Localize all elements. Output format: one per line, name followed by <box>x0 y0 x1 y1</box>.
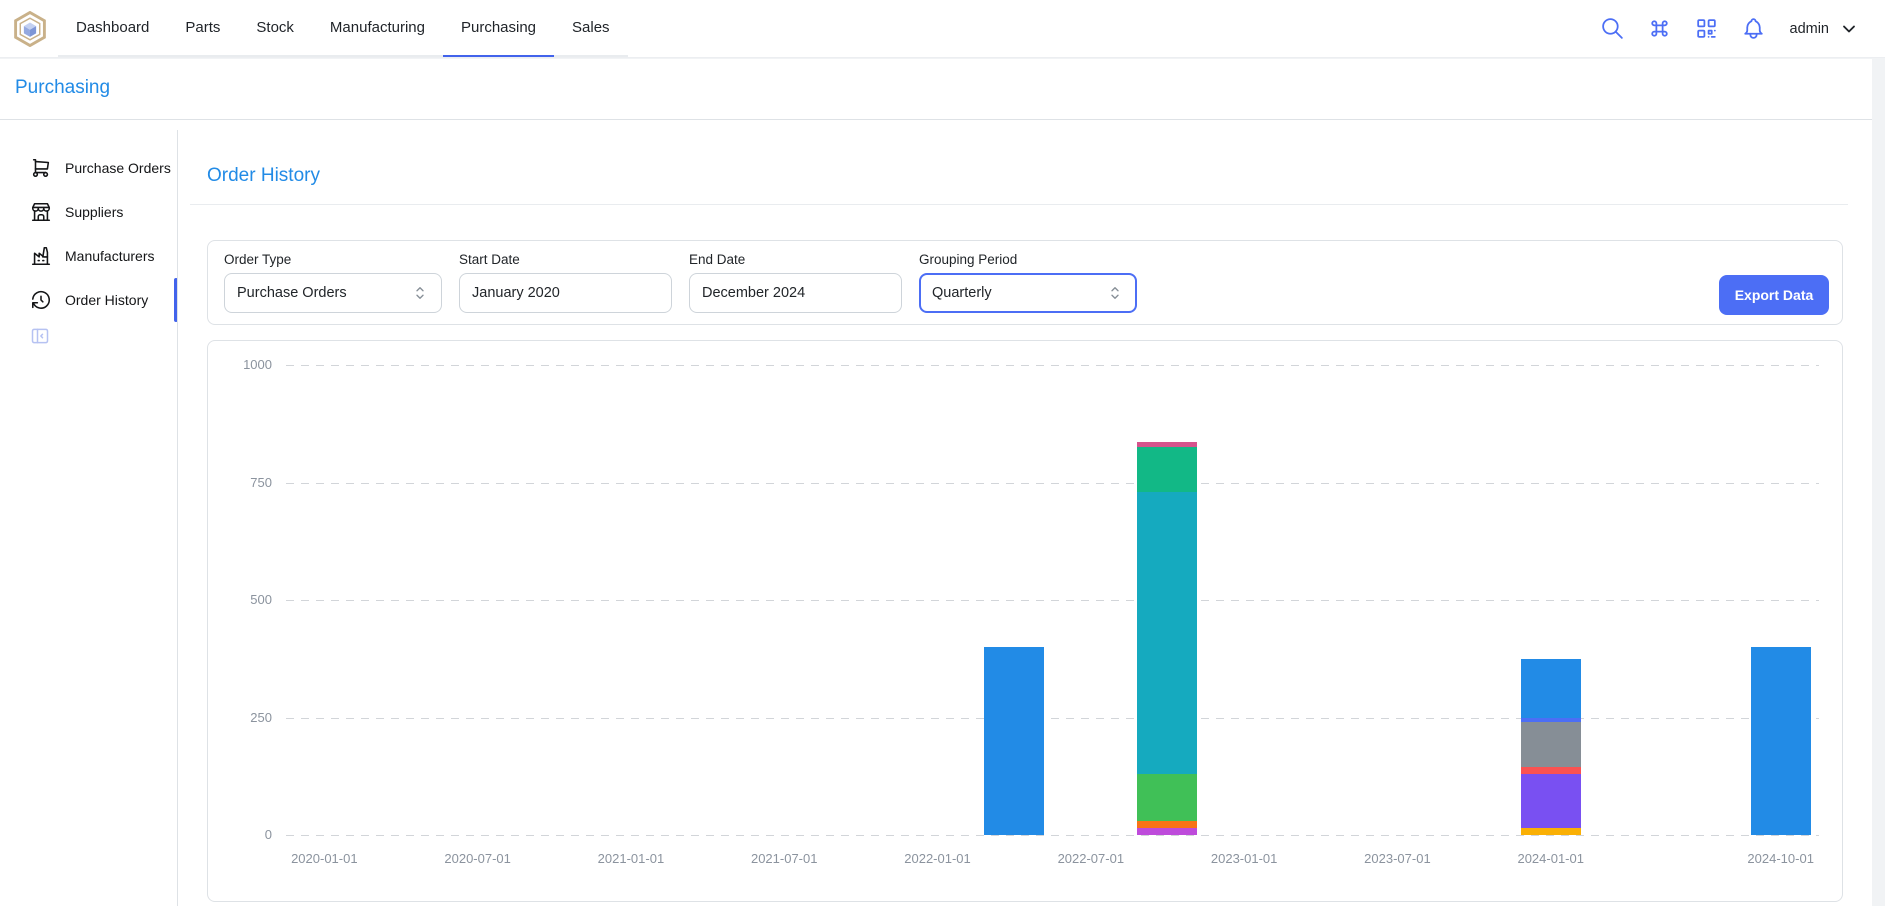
tab-sales[interactable]: Sales <box>554 0 628 57</box>
y-axis-label-500: 500 <box>208 592 272 607</box>
start-date-input[interactable] <box>459 273 672 313</box>
bar-segment <box>1521 767 1581 774</box>
command-icon[interactable] <box>1647 16 1672 41</box>
top-navbar: DashboardPartsStockManufacturingPurchasi… <box>0 0 1885 58</box>
order-type-select[interactable]: Purchase Orders <box>224 273 442 313</box>
x-axis-label-2023-07-01: 2023-07-01 <box>1347 851 1447 866</box>
order-history-chart-card: 0 250 500 750 1000 2020-01-01 2020-07-01 2021-0… <box>207 340 1843 902</box>
x-axis-label-2022-07-01: 2022-07-01 <box>1041 851 1141 866</box>
tab-dashboard[interactable]: Dashboard <box>58 0 167 57</box>
bar-segment <box>1751 647 1811 835</box>
end-date-label: End Date <box>689 252 902 267</box>
bar-segment <box>1521 659 1581 718</box>
history-icon <box>30 289 52 311</box>
selector-icon <box>1106 284 1124 302</box>
order-type-field: Order Type Purchase Orders <box>224 252 442 313</box>
x-axis-label-2020-07-01: 2020-07-01 <box>428 851 528 866</box>
navbar-actions: admin <box>1600 16 1885 41</box>
shopping-cart-icon <box>30 157 52 179</box>
sidebar-item-manufacturers[interactable]: Manufacturers <box>0 234 177 278</box>
gridline-1000 <box>286 365 1819 366</box>
bar-2022-04-01[interactable] <box>984 647 1044 835</box>
x-axis-label-2023-01-01: 2023-01-01 <box>1194 851 1294 866</box>
sidebar-item-label: Order History <box>65 292 148 308</box>
sidebar-collapse-icon[interactable] <box>30 326 50 346</box>
order-type-label: Order Type <box>224 252 442 267</box>
bar-segment <box>1137 492 1197 774</box>
page-title: Order History <box>207 165 320 187</box>
page-header-band: Purchasing <box>0 59 1872 120</box>
bar-segment <box>1137 447 1197 492</box>
chart-plot-area: 025050075010002020-01-012020-07-012021-0… <box>286 365 1819 835</box>
sidebar: Purchase Orders Suppliers Manufacturers Ord… <box>0 120 177 906</box>
x-axis-label-2024-01-01: 2024-01-01 <box>1501 851 1601 866</box>
gridline-500 <box>286 600 1819 601</box>
bar-segment <box>984 647 1044 835</box>
x-axis-label-2024-10-01: 2024-10-01 <box>1731 851 1831 866</box>
sidebar-item-suppliers[interactable]: Suppliers <box>0 190 177 234</box>
user-menu[interactable]: admin <box>1790 19 1860 39</box>
filter-card: Order Type Purchase Orders Start Date En… <box>207 240 1843 325</box>
bar-segment <box>1521 774 1581 828</box>
bar-segment <box>1137 821 1197 828</box>
tab-manufacturing[interactable]: Manufacturing <box>312 0 443 57</box>
y-axis-label-1000: 1000 <box>208 357 272 372</box>
end-date-input[interactable] <box>689 273 902 313</box>
start-date-field: Start Date <box>459 252 672 313</box>
tab-stock[interactable]: Stock <box>238 0 312 57</box>
sidebar-item-order-history[interactable]: Order History <box>0 278 177 322</box>
factory-icon <box>30 245 52 267</box>
gridline-750 <box>286 483 1819 484</box>
main-panel: Order History Order Type Purchase Orders… <box>190 120 1872 906</box>
navbar-icon-group <box>1600 16 1766 41</box>
bar-2024-01-01[interactable] <box>1521 659 1581 835</box>
qr-code-icon[interactable] <box>1694 16 1719 41</box>
chevron-down-icon <box>1839 19 1859 39</box>
selector-icon <box>411 284 429 302</box>
bar-segment <box>1137 828 1197 835</box>
bar-segment <box>1521 828 1581 835</box>
inventree-logo-icon[interactable] <box>12 11 48 47</box>
bar-segment <box>1137 774 1197 821</box>
sidebar-item-label: Manufacturers <box>65 248 154 264</box>
tab-parts[interactable]: Parts <box>167 0 238 57</box>
grouping-period-value: Quarterly <box>932 285 992 301</box>
grouping-period-label: Grouping Period <box>919 252 1137 267</box>
y-axis-label-0: 0 <box>208 827 272 842</box>
breadcrumb[interactable]: Purchasing <box>15 77 110 99</box>
y-axis-label-750: 750 <box>208 475 272 490</box>
bar-segment <box>1521 722 1581 767</box>
bell-icon[interactable] <box>1741 16 1766 41</box>
filter-fields: Order Type Purchase Orders Start Date En… <box>224 252 1137 313</box>
start-date-label: Start Date <box>459 252 672 267</box>
title-divider <box>190 204 1848 205</box>
content-panel: Purchase Orders Suppliers Manufacturers Ord… <box>0 120 1872 906</box>
grouping-period-field: Grouping Period Quarterly <box>919 252 1137 313</box>
username-label: admin <box>1790 21 1830 37</box>
y-axis-label-250: 250 <box>208 710 272 725</box>
x-axis-label-2021-01-01: 2021-01-01 <box>581 851 681 866</box>
sidebar-divider <box>177 130 178 906</box>
bar-2022-10-01[interactable] <box>1137 442 1197 835</box>
x-axis-label-2021-07-01: 2021-07-01 <box>734 851 834 866</box>
gridline-250 <box>286 718 1819 719</box>
bar-2024-10-01[interactable] <box>1751 647 1811 835</box>
building-store-icon <box>30 201 52 223</box>
main-nav-tabs: DashboardPartsStockManufacturingPurchasi… <box>58 0 628 57</box>
x-axis-label-2020-01-01: 2020-01-01 <box>274 851 374 866</box>
end-date-field: End Date <box>689 252 902 313</box>
sidebar-item-label: Suppliers <box>65 204 123 220</box>
x-axis-label-2022-01-01: 2022-01-01 <box>888 851 988 866</box>
sidebar-item-purchase-orders[interactable]: Purchase Orders <box>0 146 177 190</box>
grouping-period-select[interactable]: Quarterly <box>919 273 1137 313</box>
gridline-0 <box>286 835 1819 836</box>
search-icon[interactable] <box>1600 16 1625 41</box>
tab-purchasing[interactable]: Purchasing <box>443 0 554 57</box>
export-data-button[interactable]: Export Data <box>1719 275 1829 315</box>
order-type-value: Purchase Orders <box>237 285 347 301</box>
sidebar-item-label: Purchase Orders <box>65 160 171 176</box>
